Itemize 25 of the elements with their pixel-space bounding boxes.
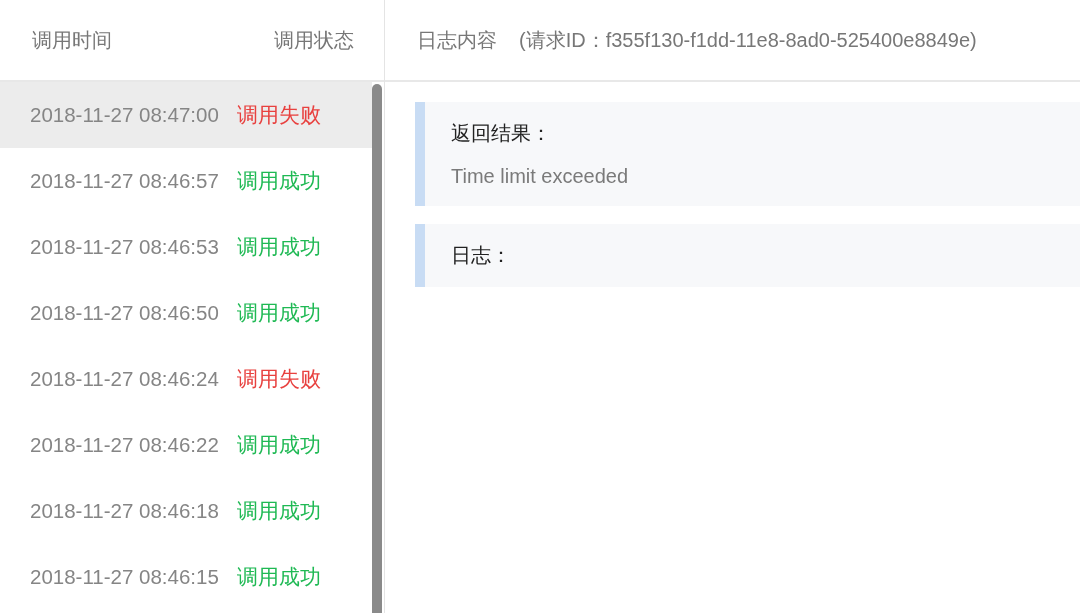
request-id: (请求ID：f355f130-f1dd-11e8-8ad0-525400e8849e)	[519, 27, 977, 53]
call-time: 2018-11-27 08:46:50	[30, 301, 219, 325]
call-time: 2018-11-27 08:46:24	[30, 367, 219, 391]
call-time: 2018-11-27 08:47:00	[30, 103, 219, 127]
call-row[interactable]: 2018-11-27 08:47:00 调用失败	[0, 82, 372, 148]
column-header: 调用时间	[32, 27, 112, 53]
scrollbar[interactable]	[372, 84, 382, 613]
call-time: 2018-11-27 08:46:57	[30, 169, 219, 193]
call-status: 调用成功	[236, 432, 321, 458]
call-status: 调用成功	[236, 300, 321, 326]
call-status: 调用成功	[236, 498, 321, 524]
call-time: 2018-11-27 08:46:15	[30, 565, 219, 589]
call-time: 2018-11-27 08:46:18	[30, 499, 219, 523]
column-header: 调用状态	[274, 27, 354, 53]
call-time: 2018-11-27 08:46:53	[30, 235, 219, 259]
call-time: 2018-11-27 08:46:22	[30, 433, 219, 457]
panel-title: 日志内容	[417, 27, 497, 53]
section-title: 日志：	[451, 243, 512, 268]
call-status: 调用成功	[236, 168, 321, 194]
call-status: 调用失败	[236, 102, 321, 128]
section-text: Time limit exceeded	[451, 165, 630, 188]
call-status: 调用成功	[236, 564, 321, 590]
section-title: 返回结果：	[451, 121, 552, 146]
call-status: 调用失败	[236, 366, 321, 392]
call-status: 调用成功	[236, 234, 321, 260]
